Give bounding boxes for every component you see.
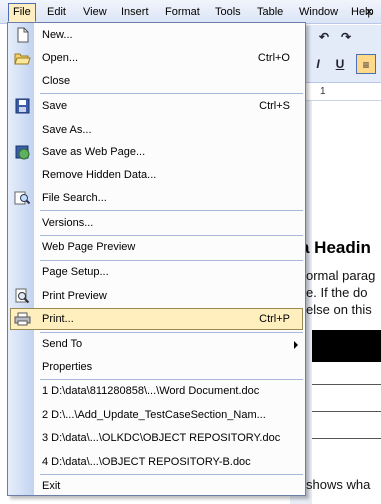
document-text-line: else on this — [306, 302, 372, 317]
ruler-mark: 1 — [320, 86, 326, 97]
menu-item-recent-file[interactable]: 2 D:\...\Add_Update_TestCaseSection_Nam.… — [10, 404, 303, 426]
italic-icon[interactable]: I — [308, 54, 328, 74]
menu-item-page-setup[interactable]: Page Setup... — [10, 261, 303, 283]
menu-format[interactable]: Format — [160, 3, 205, 22]
document-text-line: e. If the do — [306, 285, 368, 300]
menu-view[interactable]: View — [78, 3, 112, 22]
menu-item-remove-hidden-data[interactable]: Remove Hidden Data... — [10, 164, 303, 186]
printer-icon — [14, 312, 31, 326]
open-folder-icon — [14, 53, 31, 65]
menu-item-open[interactable]: Open... Ctrl+O — [10, 47, 303, 69]
menu-separator — [40, 210, 303, 211]
print-preview-icon — [15, 288, 30, 304]
align-left-icon[interactable]: ≡ — [356, 54, 376, 74]
menu-tools[interactable]: Tools — [210, 3, 246, 22]
save-disk-icon — [15, 98, 30, 114]
menu-item-properties[interactable]: Properties — [10, 356, 303, 378]
menu-help[interactable]: Help — [346, 3, 379, 22]
redo-icon[interactable]: ↷ — [336, 27, 356, 47]
menu-item-recent-file[interactable]: 1 D:\data\811280858\...\Word Document.do… — [10, 380, 303, 402]
document-table-header — [312, 330, 381, 362]
menu-edit[interactable]: Edit — [42, 3, 71, 22]
close-window-icon[interactable]: × — [365, 4, 373, 19]
menu-file[interactable]: File — [8, 3, 36, 22]
menu-item-save-as-web-page[interactable]: Save as Web Page... — [10, 141, 303, 163]
table-line — [312, 438, 381, 439]
document-text-line: shows wha — [306, 477, 371, 492]
menu-item-exit[interactable]: Exit — [10, 475, 303, 497]
menu-insert[interactable]: Insert — [116, 3, 154, 22]
underline-icon[interactable]: U — [330, 54, 350, 74]
submenu-arrow-icon — [294, 341, 298, 349]
menu-separator — [40, 93, 303, 94]
search-icon — [14, 191, 31, 205]
undo-icon[interactable]: ↶ — [314, 27, 334, 47]
table-line — [312, 411, 381, 412]
menu-item-close[interactable]: Close — [10, 70, 303, 92]
menu-item-save[interactable]: Save Ctrl+S — [10, 95, 303, 117]
menu-item-new[interactable]: New... — [10, 24, 303, 46]
file-menu: New... Open... Ctrl+O Close Save Ctrl+S … — [7, 22, 306, 496]
menu-item-versions[interactable]: Versions... — [10, 212, 303, 234]
table-line — [312, 384, 381, 385]
menu-item-send-to[interactable]: Send To — [10, 333, 303, 355]
new-document-icon — [17, 27, 29, 43]
menu-item-web-page-preview[interactable]: Web Page Preview — [10, 236, 303, 258]
menu-item-print-preview[interactable]: Print Preview — [10, 285, 303, 307]
menu-item-recent-file[interactable]: 3 D:\data\...\OLKDC\OBJECT REPOSITORY.do… — [10, 427, 303, 449]
menu-item-save-as[interactable]: Save As... — [10, 119, 303, 141]
document-heading: a Headin — [300, 238, 371, 257]
menu-bar: File Edit View Insert Format Tools Table… — [0, 0, 381, 24]
menu-item-print[interactable]: Print... Ctrl+P — [10, 308, 303, 330]
menu-window[interactable]: Window — [294, 3, 343, 22]
menu-item-recent-file[interactable]: 4 D:\data\...\OBJECT REPOSITORY-B.doc — [10, 451, 303, 473]
menu-table[interactable]: Table — [252, 3, 288, 22]
document-text-line: ormal parag — [306, 268, 376, 283]
web-page-icon — [15, 145, 30, 160]
menu-item-file-search[interactable]: File Search... — [10, 187, 303, 209]
